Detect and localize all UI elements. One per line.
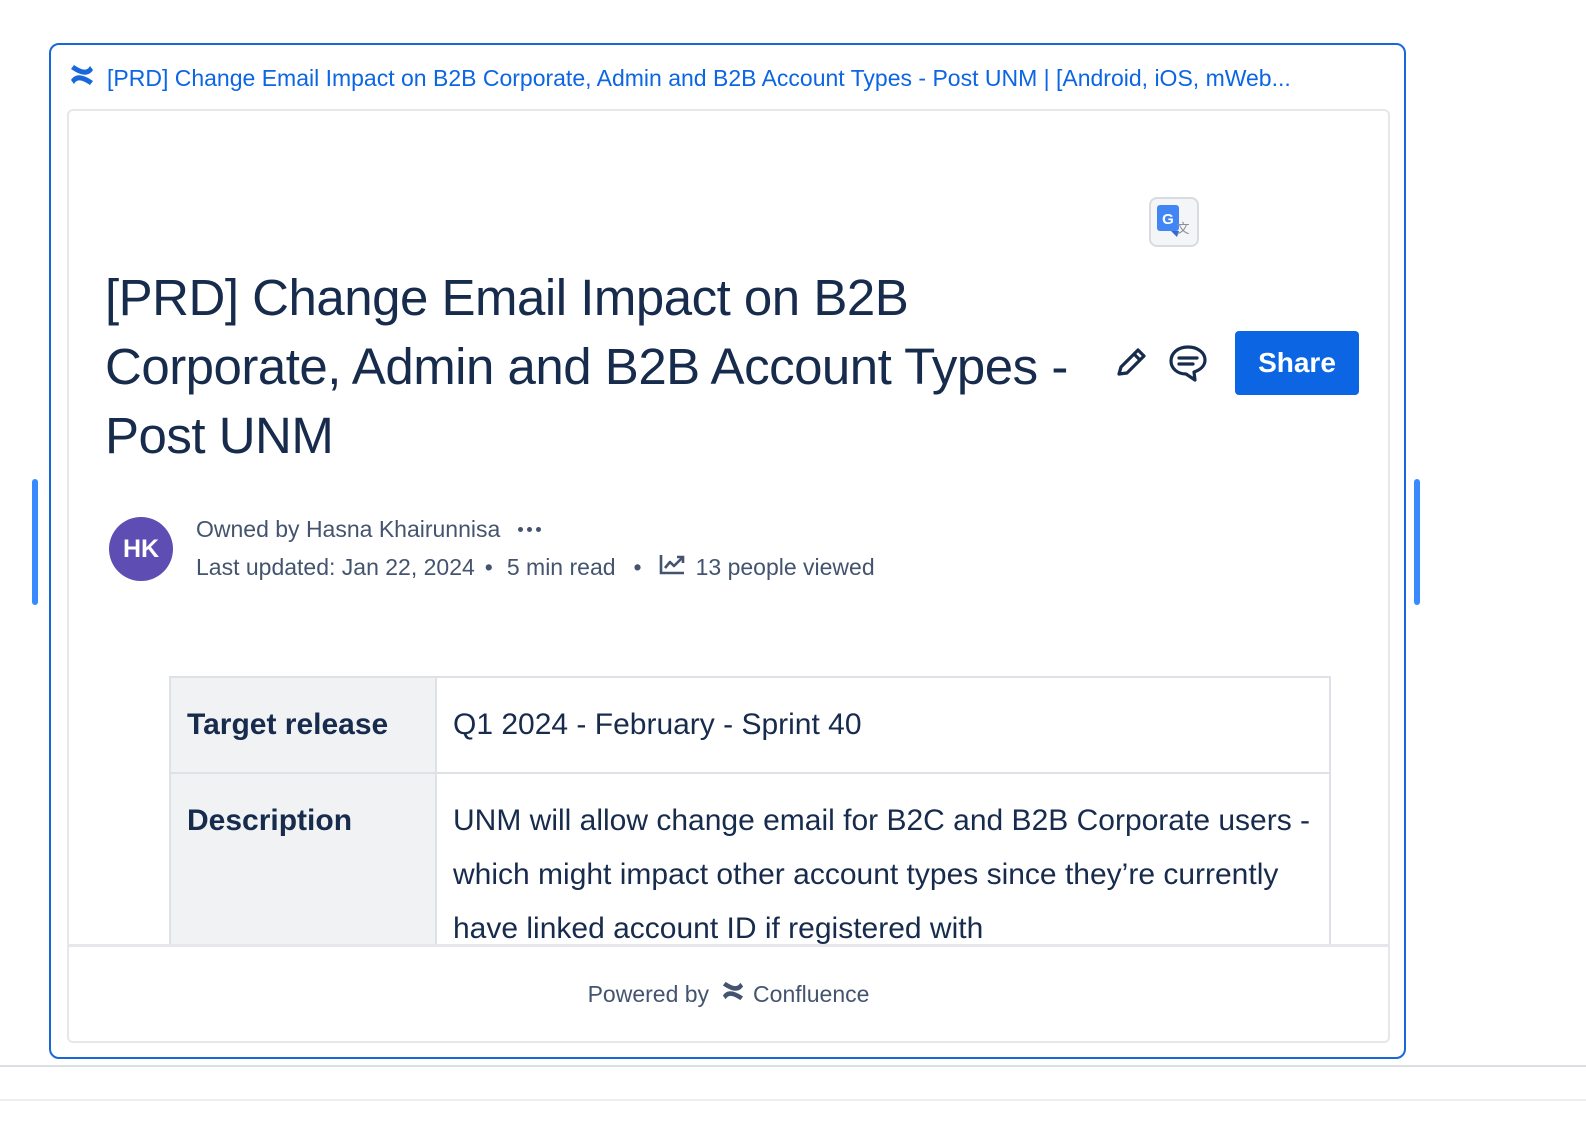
svg-text:文: 文 [1176,222,1189,237]
confluence-brand[interactable]: Confluence [721,980,869,1008]
left-resize-handle[interactable] [32,479,38,605]
page-title: [PRD] Change Email Impact on B2B Corpora… [105,269,1068,464]
powered-by-footer: Powered by Confluence [69,944,1388,1041]
svg-text:G: G [1162,211,1174,228]
confluence-brand-label: Confluence [753,980,870,1007]
table-row: Target release Q1 2024 - February - Spri… [169,676,1331,774]
card-header-link[interactable]: [PRD] Change Email Impact on B2B Corpora… [69,63,1386,93]
card-link-title[interactable]: [PRD] Change Email Impact on B2B Corpora… [107,65,1291,92]
confluence-logo-icon [69,63,95,93]
google-translate-icon[interactable]: G 文 [1149,197,1199,247]
confluence-logo-icon [721,980,745,1008]
read-time-text: 5 min read [506,553,616,580]
divider [0,1065,1586,1067]
last-updated-text: Last updated: Jan 22, 2024 [196,553,475,580]
owner-text[interactable]: Owned by Hasna Khairunnisa [196,516,500,543]
comment-icon[interactable] [1167,343,1209,383]
powered-by-label: Powered by [587,980,710,1007]
smart-link-embed-card[interactable]: [PRD] Change Email Impact on B2B Corpora… [49,43,1406,1059]
separator-dot: • [633,553,642,580]
share-button[interactable]: Share [1235,331,1359,395]
right-resize-handle[interactable] [1414,479,1420,605]
more-horizontal-icon[interactable] [518,526,542,532]
page-preview: G 文 [PRD] Change Email Impact on B2B Cor… [67,109,1390,1043]
views-count-text: 13 people viewed [695,553,875,580]
analytics-trend-icon [658,552,686,582]
separator-dot: • [484,553,493,580]
table-header-cell: Target release [169,676,437,774]
page-byline: Owned by Hasna Khairunnisa Last updated:… [196,513,875,583]
views-info[interactable]: 13 people viewed [658,552,875,582]
table-cell: Q1 2024 - February - Sprint 40 [435,676,1331,774]
divider [0,1099,1586,1101]
pencil-icon[interactable] [1111,343,1151,383]
avatar[interactable]: HK [109,517,173,581]
